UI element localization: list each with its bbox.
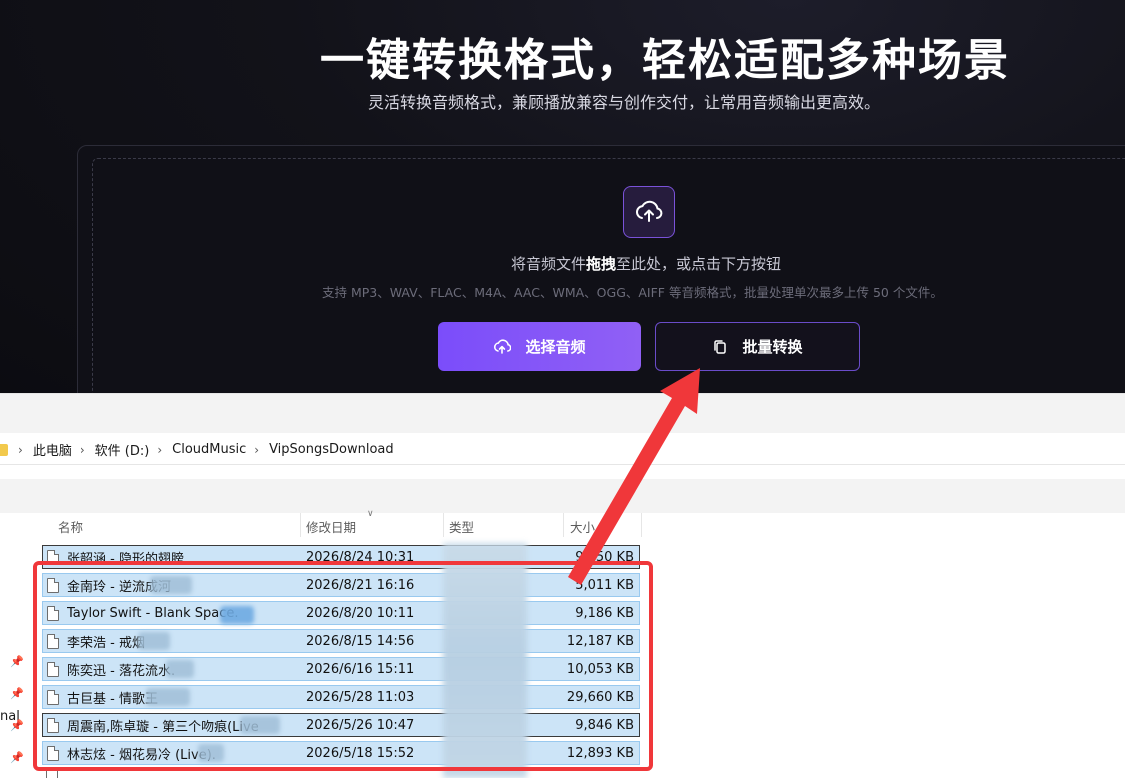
column-header-size[interactable]: 大小 — [570, 517, 595, 536]
chevron-right-icon: › — [254, 442, 260, 457]
breadcrumb-cloudmusic[interactable]: CloudMusic — [172, 442, 246, 457]
copy-icon — [714, 339, 727, 354]
pin-icon: 📌 — [10, 655, 24, 668]
column-header-date[interactable]: 修改日期 — [306, 517, 356, 536]
pin-icon: 📌 — [10, 751, 24, 764]
column-divider[interactable] — [300, 513, 301, 537]
folder-icon — [0, 443, 8, 456]
column-divider[interactable] — [641, 513, 642, 537]
dropzone-instruction: 将音频文件拖拽至此处，或点击下方按钮 — [511, 255, 782, 273]
navigation-pane: nal — [0, 513, 26, 778]
sort-descending-icon: ∨ — [367, 509, 374, 519]
column-header-name[interactable]: 名称 — [58, 517, 83, 536]
cloud-upload-icon[interactable] — [623, 186, 675, 238]
column-header-type[interactable]: 类型 — [449, 517, 474, 536]
explorer-titlebar[interactable] — [0, 393, 1125, 433]
chevron-right-icon: › — [18, 442, 23, 457]
address-bar[interactable]: › 此电脑 › 软件 (D:) › CloudMusic › VipSongsD… — [0, 435, 1125, 465]
breadcrumb-this-pc[interactable]: 此电脑 — [33, 440, 72, 459]
highlight-box — [33, 561, 653, 771]
pin-icon: 📌 — [10, 719, 24, 732]
pin-icon: 📌 — [10, 687, 24, 700]
batch-convert-button[interactable]: 批量转换 — [655, 322, 860, 371]
page-subtitle: 灵活转换音频格式，兼顾播放兼容与创作交付，让常用音频输出更高效。 — [368, 93, 881, 112]
column-divider[interactable] — [563, 513, 564, 537]
batch-convert-label: 批量转换 — [742, 338, 803, 356]
supported-formats-hint: 支持 MP3、WAV、FLAC、M4A、AAC、WMA、OGG、AIFF 等音频… — [322, 285, 943, 300]
explorer-toolbar — [0, 479, 1125, 513]
select-audio-label: 选择音频 — [525, 338, 586, 356]
chevron-right-icon: › — [79, 442, 85, 457]
drag-emphasis: 拖拽 — [586, 255, 617, 273]
column-divider[interactable] — [443, 513, 444, 537]
breadcrumb-drive-d[interactable]: 软件 (D:) — [95, 440, 150, 459]
chevron-right-icon: › — [157, 442, 163, 457]
select-audio-button[interactable]: 选择音频 — [438, 322, 641, 371]
breadcrumb-vipsongsdownload[interactable]: VipSongsDownload — [269, 442, 394, 457]
upload-icon — [494, 338, 512, 354]
page-title: 一键转换格式，轻松适配多种场景 — [320, 35, 1010, 86]
